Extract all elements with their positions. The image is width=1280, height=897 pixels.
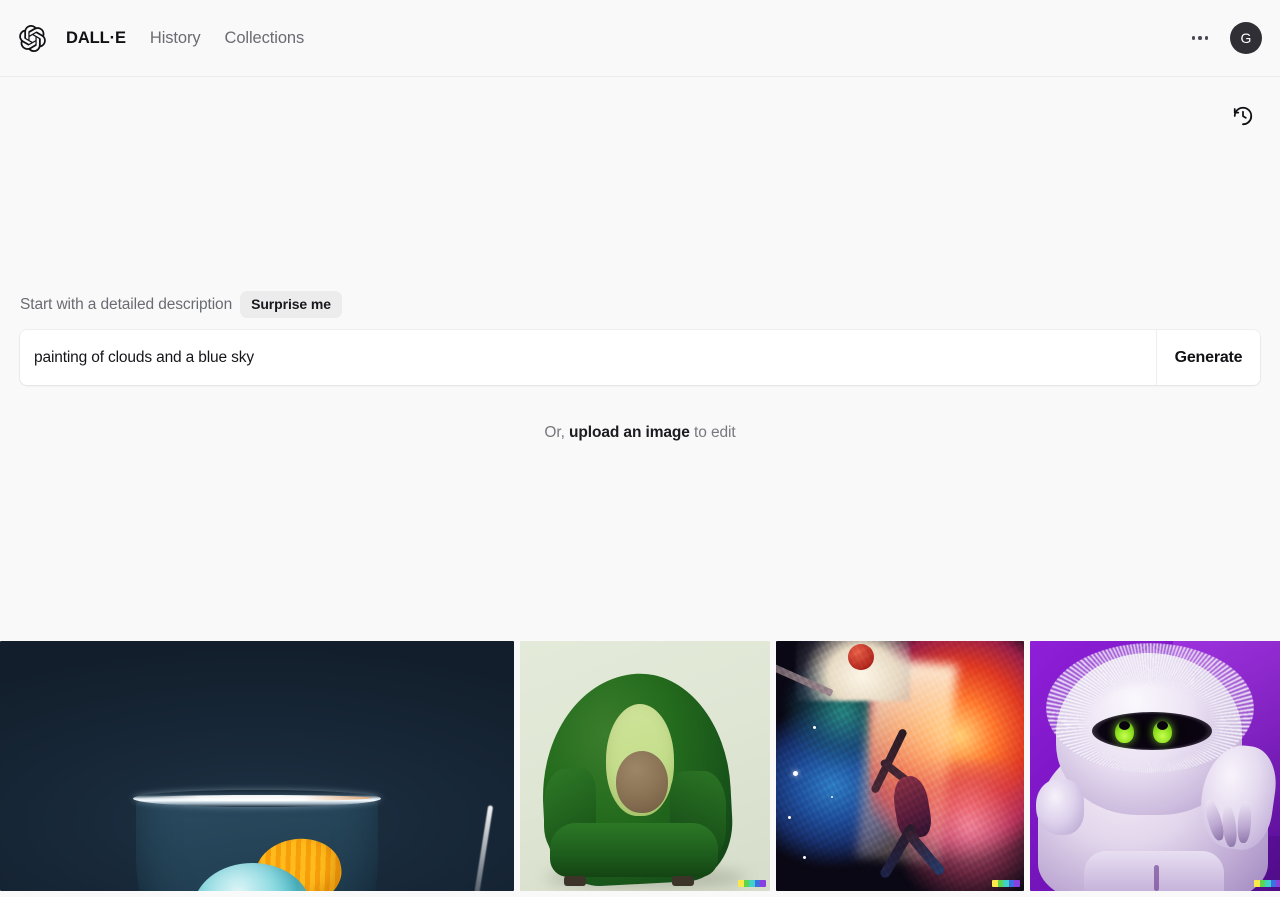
nav-label-dalle: DALL·E xyxy=(66,28,126,47)
dalle-app: DALL·E History Collections G Start with … xyxy=(0,0,1280,897)
chair-leg xyxy=(672,876,694,886)
history-clock-icon[interactable] xyxy=(1228,101,1258,131)
monster-hand-left xyxy=(1036,779,1084,835)
prompt-hint-row: Start with a detailed description Surpri… xyxy=(20,291,342,318)
monster-eye-left xyxy=(1115,721,1134,743)
dalle-watermark xyxy=(992,880,1020,887)
gallery-tile-fishbowl-goldfish[interactable] xyxy=(0,641,514,891)
monster-leg-gap xyxy=(1154,865,1159,891)
cosmic-artwork xyxy=(776,641,1024,891)
avatar-initial: G xyxy=(1240,30,1252,46)
ellipsis-dot xyxy=(1198,36,1202,40)
chair-seat xyxy=(550,823,718,877)
upload-an-image-link[interactable]: upload an image xyxy=(569,424,690,441)
nav-item-collections[interactable]: Collections xyxy=(225,30,305,47)
header-actions: G xyxy=(1186,22,1262,54)
glass-highlight xyxy=(473,805,494,891)
image-gallery xyxy=(0,641,1280,897)
monster-artwork xyxy=(1030,641,1280,891)
gallery-row-1 xyxy=(0,641,1280,891)
nav-item-history[interactable]: History xyxy=(150,30,201,47)
avatar[interactable]: G xyxy=(1230,22,1262,54)
nav-item-dalle[interactable]: DALL·E xyxy=(66,30,126,47)
ellipsis-dot xyxy=(1204,36,1209,40)
bowl-rim xyxy=(133,790,381,807)
ellipsis-icon[interactable] xyxy=(1186,24,1214,52)
gallery-tile-cosmic-dancer-painting[interactable] xyxy=(776,641,1024,891)
upload-suffix: to edit xyxy=(694,424,736,441)
avocado-pit xyxy=(616,751,668,813)
brushstroke-texture xyxy=(776,641,1024,891)
chair-leg xyxy=(564,876,586,886)
nav-label-history: History xyxy=(149,28,201,47)
upload-hint: Or, upload an image to edit xyxy=(0,424,1280,442)
prompt-bar: Generate xyxy=(20,330,1260,385)
generate-button[interactable]: Generate xyxy=(1156,330,1260,385)
dalle-watermark xyxy=(738,880,766,887)
dalle-watermark xyxy=(1254,880,1280,887)
gallery-tile-avocado-armchair[interactable] xyxy=(520,641,770,891)
primary-nav: DALL·E History Collections xyxy=(66,30,304,47)
upload-prefix: Or, xyxy=(544,424,565,441)
openai-logo-icon[interactable] xyxy=(16,22,48,54)
prompt-input[interactable] xyxy=(20,330,1156,385)
avocado-artwork xyxy=(520,641,770,891)
gallery-tile-fur-monster[interactable] xyxy=(1030,641,1280,891)
nav-label-collections: Collections xyxy=(224,28,305,47)
fishbowl-artwork xyxy=(0,641,514,891)
monster-eye-mask xyxy=(1092,712,1212,750)
ellipsis-dot xyxy=(1191,36,1196,40)
prompt-hint-text: Start with a detailed description xyxy=(20,295,233,313)
surprise-me-button[interactable]: Surprise me xyxy=(240,291,342,318)
monster-eye-right xyxy=(1153,721,1172,743)
app-header: DALL·E History Collections G xyxy=(0,0,1280,77)
